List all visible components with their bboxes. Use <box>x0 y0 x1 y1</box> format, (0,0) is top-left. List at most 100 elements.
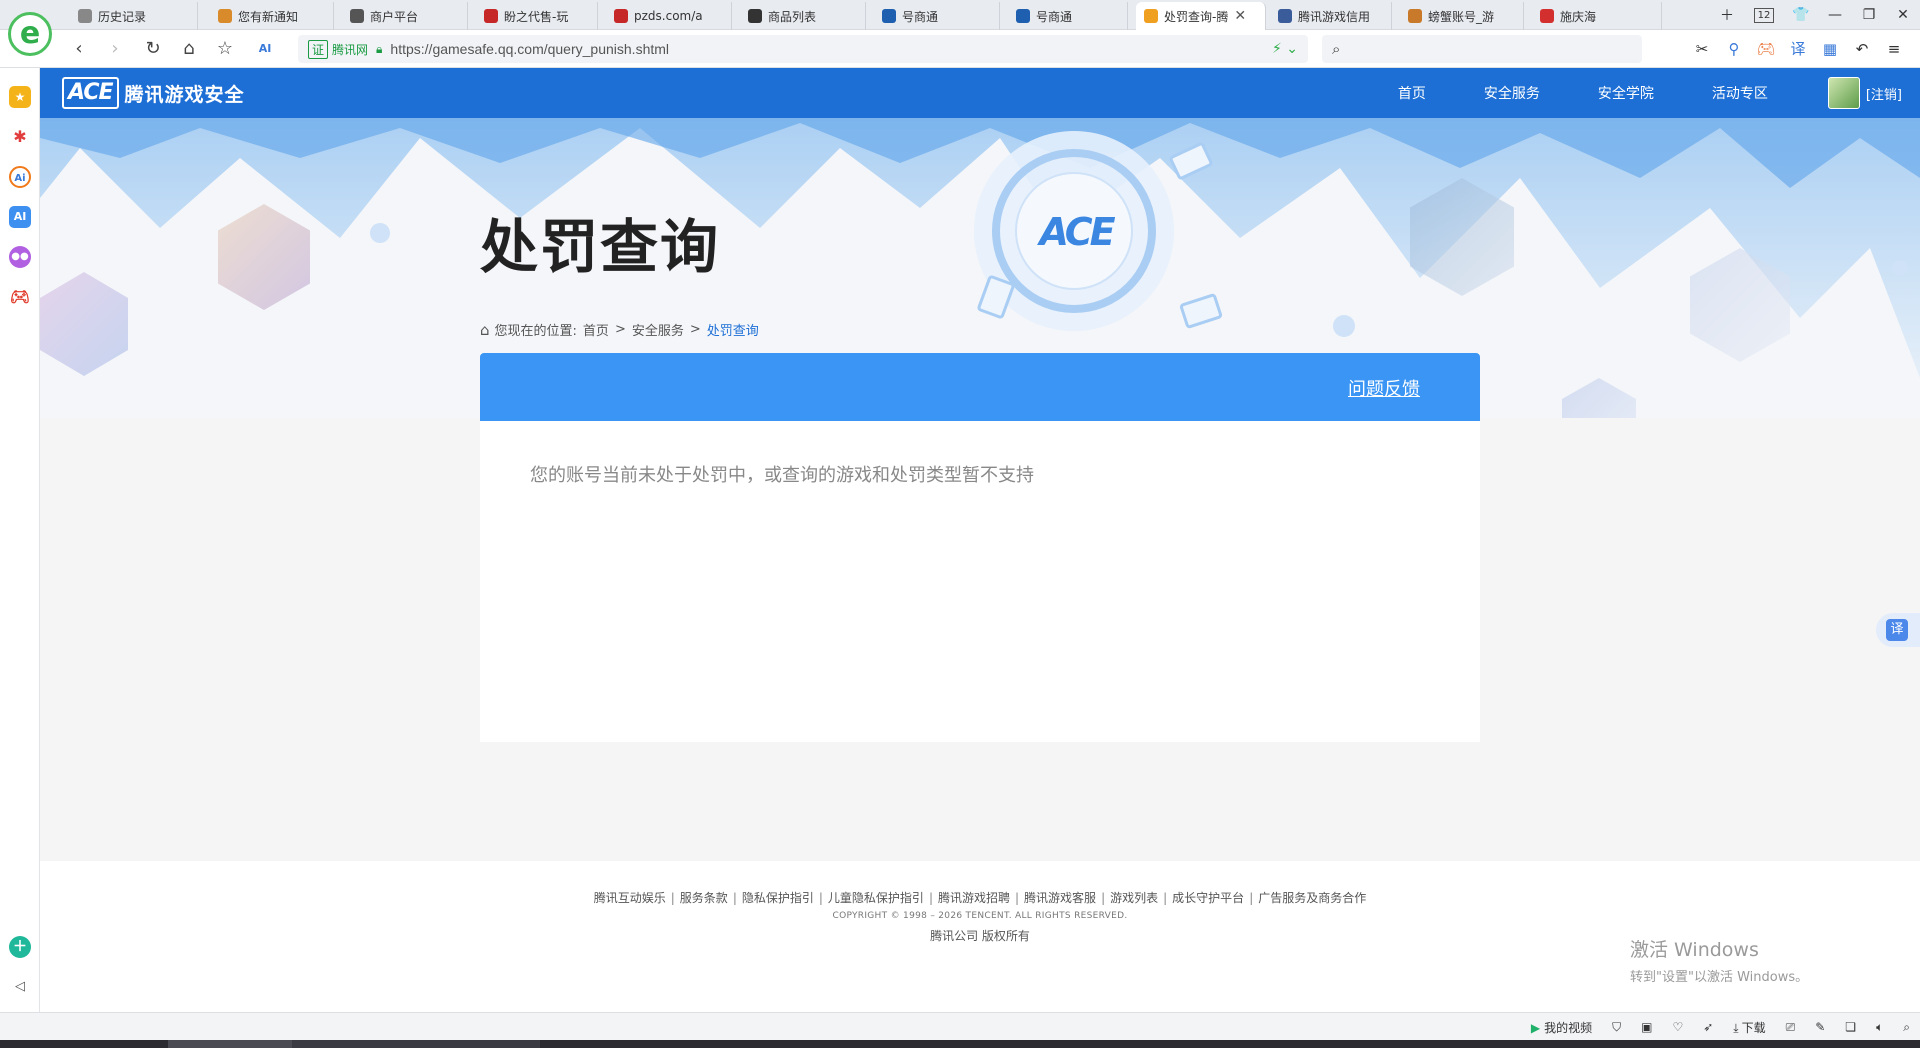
robot-icon[interactable]: ●● <box>9 246 31 268</box>
forward-button[interactable]: › <box>102 36 128 62</box>
footer-link[interactable]: 服务条款 <box>680 891 728 905</box>
browser-tab[interactable]: 处罚查询-腾 ✕ <box>1136 2 1266 30</box>
tab-label: 螃蟹账号_游 <box>1428 9 1495 24</box>
browser-tab[interactable]: pzds.com/a <box>606 2 732 30</box>
browser-tab[interactable]: 号商通 <box>874 2 1000 30</box>
volume-icon[interactable]: 🔈︎ <box>1876 1020 1883 1035</box>
footer-link[interactable]: 游戏列表 <box>1110 891 1158 905</box>
footer-separator: | <box>1101 891 1106 905</box>
tab-label: 施庆海 <box>1560 9 1597 24</box>
status-tools: ▶ 我的视频 ⛉ ▣ ♡ ➶ ⤓ 下载 ⎚ ✎ ❏ 🔈︎ ⌕ <box>1511 1013 1910 1041</box>
gamepad-icon[interactable]: 🎮︎ <box>1750 36 1782 62</box>
tab-count-badge[interactable]: 12 <box>1754 7 1774 23</box>
browser-logo-icon[interactable]: e <box>8 12 52 56</box>
translate-float-icon: 译 <box>1886 619 1908 641</box>
logout-link[interactable]: [注销] <box>1866 84 1902 103</box>
tab-favicon-icon <box>1144 9 1158 23</box>
search-input[interactable]: ⌕ <box>1322 35 1642 63</box>
feedback-link[interactable]: 问题反馈 <box>1348 375 1420 401</box>
browser-tab[interactable]: 号商通 <box>1008 2 1128 30</box>
rocket-icon[interactable]: ➶ <box>1703 1020 1713 1034</box>
site-logo[interactable]: ACE 腾讯游戏安全 <box>62 77 245 109</box>
footer-link[interactable]: 隐私保护指引 <box>742 891 814 905</box>
footer-link[interactable]: 成长守护平台 <box>1172 891 1244 905</box>
window-icon[interactable]: ❏ <box>1845 1020 1856 1034</box>
ai-assistant-icon[interactable]: Ai <box>9 166 31 188</box>
browser-tab[interactable]: 施庆海 <box>1532 2 1662 30</box>
panel-header: 问题反馈 <box>480 353 1480 421</box>
footer-separator: | <box>928 891 933 905</box>
speed-mode-icon[interactable]: ⚡ ⌄ <box>1272 41 1298 57</box>
nav-security-academy[interactable]: 安全学院 <box>1598 83 1654 103</box>
close-window-button[interactable]: ✕ <box>1886 7 1920 23</box>
favorites-star-icon[interactable]: ★ <box>9 86 31 108</box>
site-nav: 首页 安全服务 安全学院 活动专区 [注销] <box>1398 68 1920 118</box>
download-button[interactable]: ⤓ 下载 <box>1733 1019 1765 1036</box>
cast-icon[interactable]: ⎚ <box>1786 1020 1796 1035</box>
collapse-sidebar-icon[interactable]: ◁ <box>9 976 31 998</box>
breadcrumb-home[interactable]: 首页 <box>583 320 609 339</box>
tab-label: 号商通 <box>902 9 939 24</box>
minimize-button[interactable]: — <box>1818 7 1852 23</box>
nav-security-services[interactable]: 安全服务 <box>1484 83 1540 103</box>
translate-icon[interactable]: 译 <box>1782 36 1814 62</box>
nav-home[interactable]: 首页 <box>1398 83 1426 103</box>
breadcrumb-security-services[interactable]: 安全服务 <box>632 320 684 339</box>
url-text[interactable]: https://gamesafe.qq.com/query_punish.sht… <box>390 41 669 57</box>
activation-title: 激活 Windows <box>1630 939 1759 961</box>
ai-app-icon[interactable]: AI <box>9 206 31 228</box>
download-icon: ⤓ <box>1733 1020 1739 1035</box>
ai-icon[interactable]: AI <box>252 36 278 62</box>
translate-float-button[interactable]: 译 <box>1876 613 1920 647</box>
query-result-panel: 问题反馈 您的账号当前未处于处罚中，或查询的游戏和处罚类型暂不支持 <box>480 353 1480 742</box>
taskbar-item[interactable] <box>168 1040 292 1048</box>
restore-button[interactable]: ❐ <box>1852 7 1886 23</box>
zoom-icon[interactable]: ⌕ <box>1903 1020 1910 1035</box>
scissors-icon[interactable]: ✂ <box>1686 36 1718 62</box>
menu-icon[interactable]: ≡ <box>1878 36 1910 62</box>
browser-tab[interactable]: 螃蟹账号_游 <box>1400 2 1524 30</box>
browser-tab[interactable]: 商户平台 <box>342 2 468 30</box>
breadcrumb-separator: > <box>689 322 701 337</box>
favorite-star-icon[interactable]: ☆ <box>212 36 238 62</box>
toolbar-extensions: ✂ ⚲ 🎮︎ 译 ▦ ↶ ≡ <box>1686 36 1910 62</box>
footer-link[interactable]: 儿童隐私保护指引 <box>828 891 924 905</box>
home-button[interactable]: ⌂ <box>176 36 202 62</box>
taskbar-item[interactable] <box>416 1040 540 1048</box>
network-icon[interactable]: ✱ <box>9 126 31 148</box>
footer-link[interactable]: 腾讯游戏客服 <box>1024 891 1096 905</box>
add-app-icon[interactable]: ＋ <box>9 936 31 958</box>
skin-icon[interactable]: 👕 <box>1784 7 1818 23</box>
apps-icon[interactable]: ▦ <box>1814 36 1846 62</box>
undo-icon[interactable]: ↶ <box>1846 36 1878 62</box>
user-avatar[interactable] <box>1827 77 1860 109</box>
back-button[interactable]: ‹ <box>66 36 92 62</box>
footer-link[interactable]: 腾讯游戏招聘 <box>938 891 1010 905</box>
reload-button[interactable]: ↻ <box>140 36 166 62</box>
new-tab-button[interactable]: ＋ <box>1710 5 1744 25</box>
browser-tab[interactable]: 您有新通知 <box>210 2 334 30</box>
browser-tab[interactable]: 盼之代售-玩 <box>476 2 598 30</box>
browser-tab[interactable]: 历史记录 <box>70 2 198 30</box>
my-video-button[interactable]: ▶ 我的视频 <box>1531 1019 1592 1036</box>
game-controller-icon[interactable]: 🎮︎ <box>9 286 31 308</box>
footer-separator: | <box>1249 891 1254 905</box>
browser-tab[interactable]: 腾讯游戏信用 <box>1270 2 1392 30</box>
taskbar-item[interactable] <box>292 1040 416 1048</box>
footer-link[interactable]: 腾讯互动娱乐 <box>594 891 666 905</box>
footer-separator: | <box>732 891 737 905</box>
magnifier-icon[interactable]: ⚲ <box>1718 36 1750 62</box>
shield-icon[interactable]: ⛉ <box>1612 1020 1621 1035</box>
tab-favicon-icon <box>78 9 92 23</box>
close-tab-icon[interactable]: ✕ <box>1234 8 1246 24</box>
footer-link[interactable]: 广告服务及商务合作 <box>1258 891 1366 905</box>
web-page: ACE ACE 腾讯游戏安全 首页 安全服务 安全学院 活动专区 [注销] 处罚… <box>40 68 1920 1012</box>
edit-icon[interactable]: ✎ <box>1815 1020 1825 1034</box>
nav-events[interactable]: 活动专区 <box>1712 83 1768 103</box>
image-icon[interactable]: ▣ <box>1641 1020 1652 1034</box>
address-bar[interactable]: 证 腾讯网 🔒︎ https://gamesafe.qq.com/query_p… <box>298 35 1308 63</box>
tab-label: 商户平台 <box>370 9 419 24</box>
browser-tab[interactable]: 商品列表 <box>740 2 866 30</box>
tab-label: 腾讯游戏信用 <box>1298 9 1371 24</box>
heart-rate-icon[interactable]: ♡ <box>1672 1020 1683 1034</box>
